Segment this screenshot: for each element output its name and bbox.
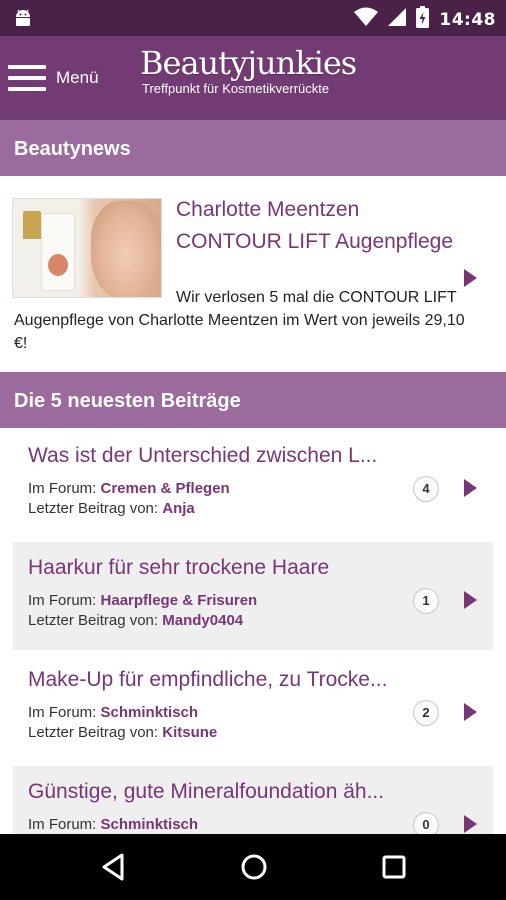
reply-count-badge: 1 — [413, 588, 439, 614]
back-icon[interactable] — [98, 852, 128, 882]
post-forum-name: Schminktisch — [100, 704, 199, 721]
post-forum-name: Schminktisch — [100, 816, 199, 833]
list-item[interactable]: Günstige, gute Mineralfoundation äh... I… — [13, 766, 493, 834]
news-text-container: Wir verlosen 5 mal die CONTOUR LIFT Auge… — [14, 286, 474, 355]
list-item[interactable]: Was ist der Unterschied zwischen L... Im… — [13, 430, 493, 538]
list-item[interactable]: Haarkur für sehr trockene Haare Im Forum… — [13, 542, 493, 650]
post-title: Haarkur für sehr trockene Haare — [28, 556, 330, 579]
navigation-bar — [0, 834, 506, 900]
post-forum: Im Forum: Cremen & Pflegen — [28, 480, 230, 497]
post-last-author: Letzter Beitrag von: Mandy0404 — [28, 612, 244, 629]
news-text: Wir verlosen 5 mal die CONTOUR LIFT Auge… — [14, 289, 465, 352]
play-arrow-icon — [464, 815, 477, 833]
recents-icon[interactable] — [379, 852, 409, 882]
post-forum-name: Haarpflege & Frisuren — [100, 592, 258, 609]
battery-icon — [416, 6, 430, 33]
post-author-name: Anja — [162, 500, 195, 517]
play-arrow-icon — [464, 703, 477, 721]
post-last-author: Letzter Beitrag von: Anja — [28, 500, 195, 517]
signal-icon — [388, 7, 407, 32]
menu-label: Menü — [56, 68, 99, 87]
wifi-icon — [354, 7, 379, 32]
post-title: Günstige, gute Mineralfoundation äh... — [28, 780, 385, 803]
news-image — [12, 198, 162, 298]
app-header: Menü Beautyjunkies Treffpunkt für Kosmet… — [0, 36, 506, 120]
app-logo: Beautyjunkies Treffpunkt für Kosmetikver… — [140, 42, 360, 96]
section-header-posts: Die 5 neuesten Beiträge — [0, 372, 506, 428]
reply-count-badge: 0 — [413, 812, 439, 834]
play-arrow-icon — [464, 591, 477, 609]
status-bar: 14:48 — [0, 0, 506, 36]
logo-subtitle: Treffpunkt für Kosmetikverrückte — [142, 81, 330, 96]
post-last-author: Letzter Beitrag von: Kitsune — [28, 724, 218, 741]
post-forum: Im Forum: Haarpflege & Frisuren — [28, 592, 258, 609]
menu-icon — [8, 63, 46, 93]
news-title: Charlotte Meentzen CONTOUR LIFT Augenpfl… — [176, 198, 454, 253]
post-forum-name: Cremen & Pflegen — [100, 480, 230, 497]
home-icon[interactable] — [239, 852, 269, 882]
post-forum: Im Forum: Schminktisch — [28, 816, 199, 833]
menu-button[interactable]: Menü — [8, 58, 99, 98]
android-icon — [12, 7, 34, 34]
post-title: Make-Up für empfindliche, zu Trocke... — [28, 668, 388, 691]
post-author-name: Mandy0404 — [162, 612, 244, 629]
post-title: Was ist der Unterschied zwischen L... — [28, 444, 378, 467]
reply-count-badge: 4 — [413, 476, 439, 502]
status-time: 14:48 — [439, 9, 496, 30]
play-arrow-icon — [464, 269, 477, 287]
reply-count-badge: 2 — [413, 700, 439, 726]
post-forum: Im Forum: Schminktisch — [28, 704, 199, 721]
play-arrow-icon — [464, 479, 477, 497]
section-header-beautynews: Beautynews — [0, 120, 506, 176]
logo-title: Beautyjunkies — [140, 44, 357, 82]
post-author-name: Kitsune — [162, 724, 218, 741]
news-item[interactable]: Charlotte Meentzen CONTOUR LIFT Augenpfl… — [0, 176, 506, 370]
list-item[interactable]: Make-Up für empfindliche, zu Trocke... I… — [13, 654, 493, 762]
